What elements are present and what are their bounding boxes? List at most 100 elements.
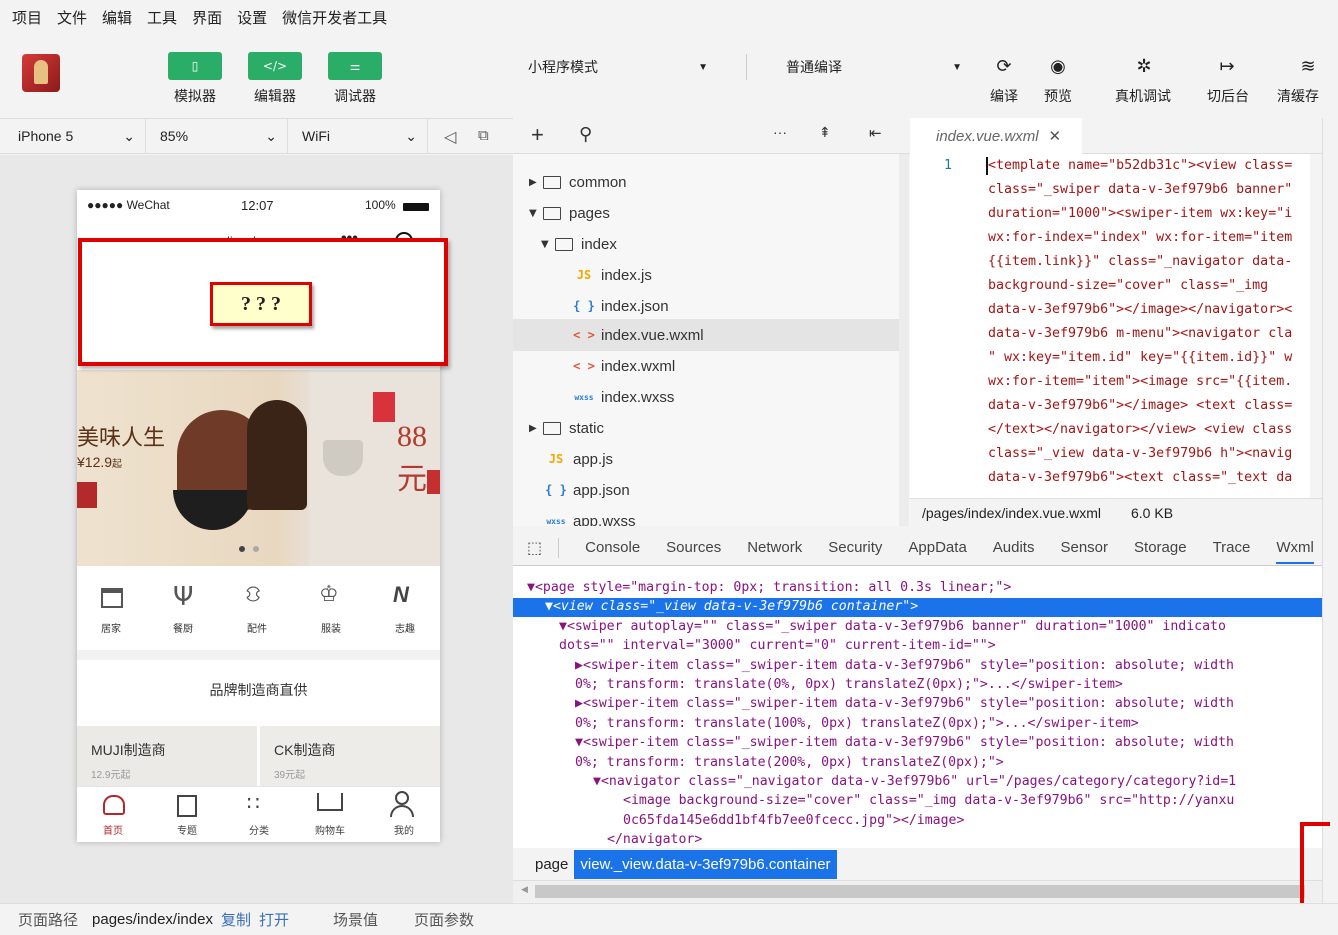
brand-card[interactable]: CK制造商 39元起 [260, 726, 440, 786]
editor-toggle-button[interactable]: </> [248, 52, 302, 80]
dom-node[interactable]: 0%; transform: translate(0%, 0px) transl… [575, 675, 1123, 695]
tree-item-index-json[interactable]: { } index.json [573, 292, 668, 320]
tab-sources[interactable]: Sources [666, 539, 721, 556]
crumb-page[interactable]: page [535, 856, 568, 873]
topic-tab-icon[interactable] [177, 795, 197, 817]
layers-icon[interactable]: ≋ [1288, 56, 1328, 77]
category-label[interactable]: 餐厨 [173, 620, 193, 635]
scene-value-button[interactable]: 场景值 [333, 909, 378, 930]
dom-node[interactable]: dots="" interval="3000" current="0" curr… [559, 636, 996, 656]
grid-tab-icon[interactable]: ∷ [247, 791, 260, 815]
simulator-toggle-button[interactable]: ▯ [168, 52, 222, 80]
remote-debug-button[interactable]: 真机调试 [1108, 86, 1178, 106]
tab-topic[interactable]: 专题 [177, 822, 197, 837]
tree-item-index-wxml[interactable]: < > index.wxml [573, 352, 675, 380]
tab-security[interactable]: Security [828, 539, 882, 556]
category-label[interactable]: 志趣 [395, 620, 415, 635]
debugger-toggle-button[interactable]: ⚌ [328, 52, 382, 80]
clothing-icon[interactable]: ♔ [319, 582, 339, 607]
tab-home[interactable]: 首页 [103, 822, 123, 837]
tab-mine[interactable]: 我的 [394, 822, 414, 837]
tab-console[interactable]: Console [585, 539, 640, 556]
menu-edit[interactable]: 编辑 [102, 7, 132, 28]
category-label[interactable]: 服装 [321, 620, 341, 635]
dom-node[interactable]: ▼<navigator class="_navigator data-v-3ef… [593, 772, 1236, 792]
volume-icon[interactable]: ◁ [444, 127, 456, 147]
dom-node[interactable]: </navigator> [607, 830, 702, 848]
home-tab-icon[interactable] [103, 795, 125, 815]
accessory-icon[interactable]: ⛻ [245, 582, 261, 610]
tree-item-index-wxss[interactable]: wxss index.wxss [573, 383, 674, 411]
menu-devtools[interactable]: 微信开发者工具 [282, 7, 387, 28]
tab-appdata[interactable]: AppData [908, 539, 966, 556]
background-button[interactable]: 切后台 [1193, 86, 1263, 106]
switch-background-icon[interactable]: ↦ [1207, 56, 1247, 77]
dom-node[interactable]: ▶<swiper-item class="_swiper-item data-v… [575, 694, 1234, 714]
tree-item-app-wxss[interactable]: wxss app.wxss [545, 507, 635, 527]
brand-card[interactable]: MUJI制造商 12.9元起 [77, 726, 257, 786]
tree-item-app-json[interactable]: { } app.json [545, 476, 630, 504]
menu-project[interactable]: 项目 [12, 7, 42, 28]
eye-icon[interactable]: ◉ [1038, 56, 1078, 77]
tree-scrollbar[interactable] [899, 154, 909, 526]
tree-item-index-js[interactable]: JS index.js [573, 261, 652, 289]
dom-node[interactable]: ▶<swiper-item class="_swiper-item data-v… [575, 656, 1234, 676]
device-select[interactable]: iPhone 5 ⌄ [10, 119, 146, 153]
tab-cart[interactable]: 购物车 [315, 822, 345, 837]
editor-tab-active[interactable]: index.vue.wxml ✕ [910, 118, 1082, 154]
tree-item-index-vue-wxml[interactable]: < > index.vue.wxml [573, 321, 703, 349]
tree-item-static[interactable]: ▶ static [529, 414, 604, 442]
interest-icon[interactable]: N [393, 582, 409, 608]
bug-icon[interactable]: ✲ [1124, 56, 1164, 77]
tab-storage[interactable]: Storage [1134, 539, 1187, 556]
category-label[interactable]: 配件 [247, 620, 267, 635]
dom-node-selected[interactable]: ▼<view class="_view data-v-3ef979b6 cont… [545, 597, 918, 617]
clear-cache-button[interactable]: 清缓存 [1277, 86, 1338, 106]
user-tab-icon[interactable] [395, 791, 409, 805]
scroll-left-icon[interactable]: ◀ [521, 884, 528, 895]
network-select[interactable]: WiFi ⌄ [294, 119, 428, 153]
compile-select[interactable]: 普通编译 ▼ [776, 52, 972, 82]
horizontal-scrollbar[interactable]: ◀ [513, 880, 1323, 902]
tree-item-app-js[interactable]: JS app.js [545, 445, 613, 473]
tree-item-index[interactable]: ▼ index [541, 230, 617, 258]
close-icon[interactable]: ✕ [1049, 127, 1062, 145]
tree-item-common[interactable]: ▶ common [529, 168, 627, 196]
search-icon[interactable]: ⚲ [579, 124, 592, 145]
tab-category[interactable]: 分类 [249, 822, 269, 837]
add-file-icon[interactable]: + [531, 122, 544, 148]
crumb-selected[interactable]: view._view.data-v-3ef979b6.container [574, 849, 837, 879]
project-avatar[interactable] [22, 54, 60, 92]
banner-swiper[interactable]: 美味人生 ¥12.9起 88元 [77, 370, 440, 566]
copy-link[interactable]: 复制 [221, 909, 251, 930]
category-label[interactable]: 居家 [101, 620, 121, 635]
more-icon[interactable]: ··· [773, 124, 787, 140]
refresh-icon[interactable]: ⟳ [984, 56, 1024, 77]
menu-settings[interactable]: 设置 [237, 7, 267, 28]
menu-tools[interactable]: 工具 [147, 7, 177, 28]
tree-item-pages[interactable]: ▼ pages [529, 199, 610, 227]
dom-node[interactable]: ▼<swiper autoplay="" class="_swiper data… [559, 617, 1226, 637]
tab-network[interactable]: Network [747, 539, 802, 556]
dom-node[interactable]: <image background-size="cover" class="_i… [623, 791, 1234, 811]
preview-button[interactable]: 预览 [1023, 86, 1093, 106]
tab-wxml[interactable]: Wxml [1276, 539, 1314, 564]
editor-scrollbar[interactable] [1310, 154, 1320, 498]
scroll-thumb[interactable] [535, 885, 1305, 898]
popout-icon[interactable]: ⧉ [478, 127, 489, 144]
dom-node[interactable]: 0c65fda145e6dd1bf4fb7ee0fcecc.jpg"></ima… [623, 811, 964, 831]
home-category-icon[interactable] [101, 588, 123, 608]
inspect-element-icon[interactable]: ⬚ [527, 538, 542, 557]
zoom-select[interactable]: 85% ⌄ [152, 119, 288, 153]
menu-view[interactable]: 界面 [192, 7, 222, 28]
dom-node[interactable]: ▼<page style="margin-top: 0px; transitio… [527, 578, 1011, 598]
tab-audits[interactable]: Audits [993, 539, 1035, 556]
dom-node[interactable]: 0%; transform: translate(100%, 0px) tran… [575, 714, 1139, 734]
tab-sensor[interactable]: Sensor [1060, 539, 1108, 556]
code-editor[interactable]: 1 <template name="b52db31c"><view class=… [910, 154, 1320, 498]
open-link[interactable]: 打开 [259, 909, 289, 930]
hide-tree-icon[interactable]: ⇤ [869, 124, 882, 142]
cart-tab-icon[interactable] [317, 793, 343, 811]
page-params-button[interactable]: 页面参数 [414, 909, 474, 930]
dom-node[interactable]: 0%; transform: translate(200%, 0px) tran… [575, 753, 1004, 773]
